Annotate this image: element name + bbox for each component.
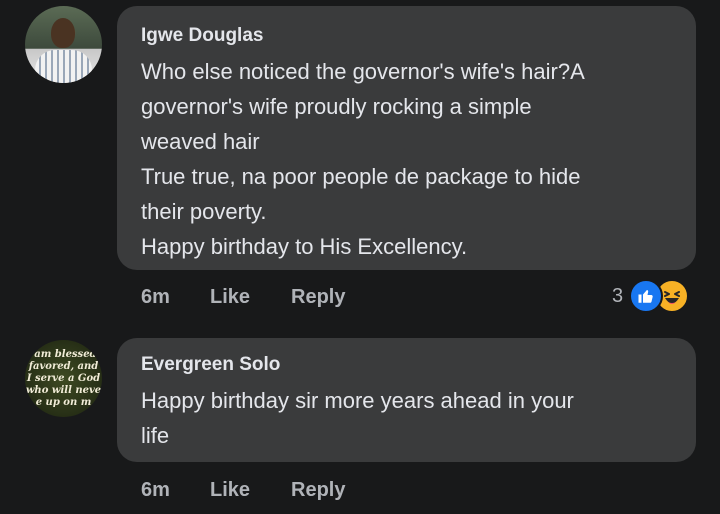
comment-bubble: Evergreen Solo Happy birthday sir more y… (117, 338, 696, 462)
comment-line: life (141, 423, 170, 448)
comment-author[interactable]: Evergreen Solo (141, 354, 280, 376)
comment-text: Who else noticed the governor's wife's h… (141, 54, 585, 264)
avatar-text-line: who will neve (25, 384, 102, 396)
comment-actions: 6m Like Reply (141, 479, 345, 502)
like-icon (629, 279, 664, 313)
comment-line: Happy birthday to His Excellency. (141, 234, 468, 259)
like-button[interactable]: Like (210, 286, 291, 309)
comment-timestamp[interactable]: 6m (141, 286, 210, 309)
comment-text: Happy birthday sir more years ahead in y… (141, 383, 574, 453)
comment-line: Happy birthday sir more years ahead in y… (141, 388, 574, 413)
avatar-text-line: i am blessed, (26, 348, 101, 360)
avatar-head (51, 18, 75, 48)
avatar-igwe-douglas[interactable] (25, 6, 102, 83)
avatar-shirt (35, 50, 92, 83)
laughing-face-glyph (664, 291, 681, 304)
reply-button[interactable]: Reply (291, 286, 345, 309)
comment-timestamp[interactable]: 6m (141, 479, 210, 502)
reaction-count: 3 (612, 284, 624, 307)
comment-line: weaved hair (141, 129, 260, 154)
comment-actions: 6m Like Reply (141, 286, 345, 309)
comment-line: governor's wife proudly rocking a simple (141, 94, 532, 119)
comment-line: Who else noticed the governor's wife's h… (141, 59, 585, 84)
comment-line: True true, na poor people de package to … (141, 164, 581, 189)
reply-button[interactable]: Reply (291, 479, 345, 502)
thumbs-up-glyph (638, 290, 653, 303)
avatar-text-line: e up on m (35, 396, 92, 408)
avatar-text-line: I serve a God (26, 372, 101, 384)
comment-line: their poverty. (141, 199, 267, 224)
avatar-text-line: favored, and (28, 360, 99, 372)
like-button[interactable]: Like (210, 479, 291, 502)
comment-author[interactable]: Igwe Douglas (141, 25, 263, 47)
avatar-evergreen-solo[interactable]: i am blessed, favored, and I serve a God… (25, 340, 102, 417)
comment-bubble: Igwe Douglas Who else noticed the govern… (117, 6, 696, 270)
reactions-summary[interactable]: 3 (612, 279, 690, 313)
